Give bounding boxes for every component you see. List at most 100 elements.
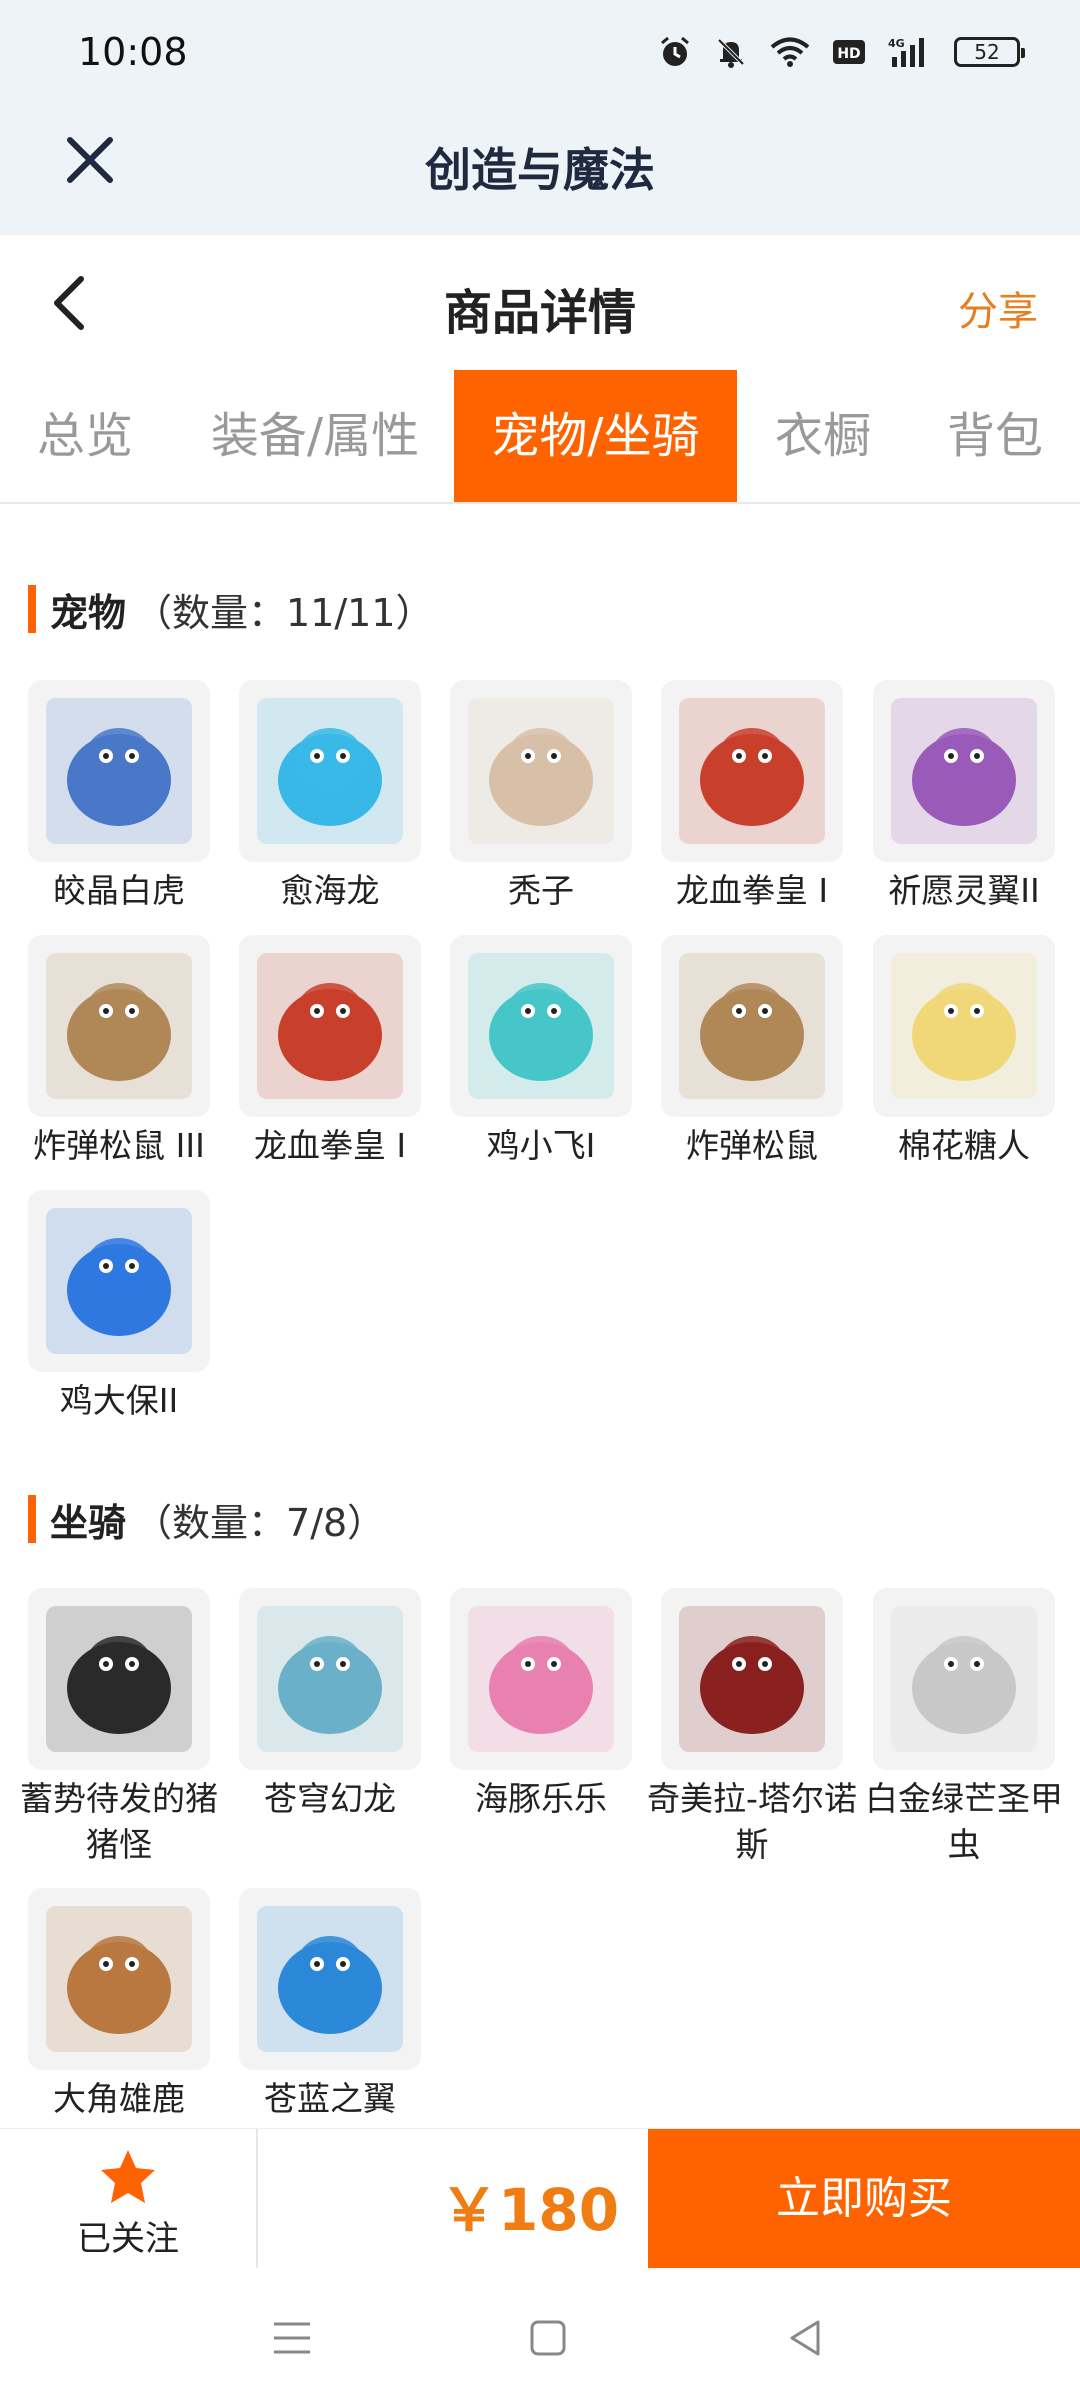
section-name: 坐骑 (50, 1500, 127, 1545)
status-bar: 10:08 HD 4G 52 (0, 0, 1080, 100)
sky-dragon-icon (257, 1606, 403, 1752)
item-name: 鸡大保II (59, 1381, 179, 1420)
follow-label: 已关注 (77, 2219, 179, 2259)
item-thumbnail (450, 935, 632, 1117)
pet-item[interactable]: 祈愿灵翼II (873, 680, 1055, 914)
item-name: 鸡小飞I (486, 1126, 596, 1165)
item-name: 大角雄鹿 (53, 2079, 185, 2118)
share-button[interactable]: 分享 (958, 279, 1038, 337)
pet-item[interactable]: 鸡大保II (28, 1190, 210, 1424)
menu-icon[interactable] (262, 2308, 322, 2368)
mount-item[interactable]: 海豚乐乐 (450, 1588, 632, 1822)
mount-item[interactable]: 奇美拉-塔尔诺斯 (647, 1588, 857, 1868)
item-name: 龙血拳皇 I (253, 1126, 407, 1165)
mount-item[interactable]: 蓄势待发的猪猪怪 (20, 1588, 218, 1868)
item-thumbnail (28, 1190, 210, 1372)
wifi-icon (770, 37, 810, 67)
tab-wardrobe[interactable]: 衣橱 (748, 370, 898, 502)
item-name: 苍蓝之翼 (264, 2079, 396, 2118)
app-title-bar: 创造与魔法 (0, 100, 1080, 235)
dolphin-icon (468, 1606, 614, 1752)
chicken-flyer-icon (468, 953, 614, 1099)
item-name: 龙血拳皇 I (675, 871, 829, 910)
page-title: 商品详情 (443, 285, 636, 341)
item-name: 炸弹松鼠 (686, 1126, 818, 1165)
mount-item[interactable]: 苍蓝之翼 (239, 1888, 421, 2122)
item-thumbnail (873, 1588, 1055, 1770)
item-thumbnail (239, 1888, 421, 2070)
section-count: （数量：7/8） (134, 1500, 386, 1545)
star-icon (101, 2150, 155, 2203)
section-accent-bar (28, 1495, 36, 1543)
antler-deer-icon (46, 1906, 192, 2052)
detail-tabs: 总览 装备/属性 宠物/坐骑 衣橱 背包 (0, 370, 1080, 504)
pet-item[interactable]: 愈海龙 (239, 680, 421, 914)
bottom-action-bar: 已关注 ￥180 立即购买 (0, 2128, 1080, 2269)
wish-wing-bird-icon (891, 698, 1037, 844)
pet-item[interactable]: 鸡小飞I (450, 935, 632, 1169)
pet-item[interactable]: 秃子 (450, 680, 632, 914)
home-icon[interactable] (518, 2308, 578, 2368)
mount-item[interactable]: 苍穹幻龙 (239, 1588, 421, 1822)
scarab-beetle-icon (891, 1606, 1037, 1752)
follow-button[interactable]: 已关注 (0, 2129, 258, 2269)
section-name: 宠物 (50, 590, 127, 635)
item-name: 海豚乐乐 (475, 1779, 607, 1818)
sea-dragon-icon (257, 698, 403, 844)
item-thumbnail (450, 1588, 632, 1770)
item-thumbnail (239, 935, 421, 1117)
tab-equipment[interactable]: 装备/属性 (190, 370, 440, 502)
marshmallow-man-icon (891, 953, 1037, 1099)
pets-grid: 皎晶白虎 愈海龙 秃子 龙血拳皇 I 祈愿灵翼II 炸弹松鼠 III 龙血拳皇 I 鸡小飞I 炸… (28, 680, 1055, 1420)
pet-item[interactable]: 龙血拳皇 I (661, 680, 843, 914)
pet-item[interactable]: 皎晶白虎 (28, 680, 210, 914)
section-count: （数量：11/11） (134, 590, 434, 635)
item-name: 皎晶白虎 (53, 871, 185, 910)
app-title: 创造与魔法 (425, 143, 655, 197)
item-thumbnail (873, 935, 1055, 1117)
white-tiger-icon (46, 698, 192, 844)
item-thumbnail (661, 935, 843, 1117)
pig-monster-icon (46, 1606, 192, 1752)
page-header: 商品详情 分享 (0, 235, 1080, 370)
price-label: ￥180 (440, 2176, 620, 2244)
svg-text:4G: 4G (888, 37, 905, 50)
buy-now-button[interactable]: 立即购买 (648, 2129, 1080, 2269)
mount-item[interactable]: 大角雄鹿 (28, 1888, 210, 2122)
item-name: 祈愿灵翼II (888, 871, 1040, 910)
item-name: 秃子 (508, 871, 574, 910)
item-thumbnail (239, 680, 421, 862)
status-icons: HD 4G 52 (658, 30, 1025, 74)
bomb-squirrel-icon (46, 953, 192, 1099)
section-accent-bar (28, 585, 36, 633)
azure-wing-icon (257, 1906, 403, 2052)
chicken-boss-icon (46, 1208, 192, 1354)
item-name: 炸弹松鼠 III (33, 1126, 205, 1165)
dragon-blood-boxer-icon (257, 953, 403, 1099)
bald-character-icon (468, 698, 614, 844)
mounts-section-title: 坐骑 （数量：7/8） (28, 1494, 386, 1545)
dragon-blood-boxer-icon (679, 698, 825, 844)
item-name: 苍穹幻龙 (264, 1779, 396, 1818)
pet-item[interactable]: 炸弹松鼠 (661, 935, 843, 1169)
mute-bell-icon (717, 38, 745, 68)
tab-overview[interactable]: 总览 (0, 370, 170, 502)
system-nav-bar (0, 2268, 1080, 2400)
tab-pets-mounts[interactable]: 宠物/坐骑 (454, 370, 737, 502)
item-thumbnail (873, 680, 1055, 862)
back-icon[interactable] (776, 2308, 836, 2368)
pet-item[interactable]: 炸弹松鼠 III (28, 935, 210, 1169)
pet-item[interactable]: 棉花糖人 (873, 935, 1055, 1169)
item-thumbnail (450, 680, 632, 862)
tab-backpack[interactable]: 背包 (910, 370, 1080, 502)
mounts-grid: 蓄势待发的猪猪怪 苍穹幻龙 海豚乐乐 奇美拉-塔尔诺斯 白金绿芒圣甲虫大角雄鹿 苍蓝之翼 (20, 1588, 1063, 2128)
item-thumbnail (28, 1888, 210, 2070)
item-thumbnail (28, 1588, 210, 1770)
mount-item[interactable]: 白金绿芒圣甲虫 (865, 1588, 1063, 1868)
alarm-icon (661, 36, 689, 66)
item-thumbnail (28, 935, 210, 1117)
pet-item[interactable]: 龙血拳皇 I (239, 935, 421, 1169)
item-name: 蓄势待发的猪猪怪 (20, 1779, 218, 1864)
hd-icon: HD (833, 40, 865, 64)
item-thumbnail (28, 680, 210, 862)
